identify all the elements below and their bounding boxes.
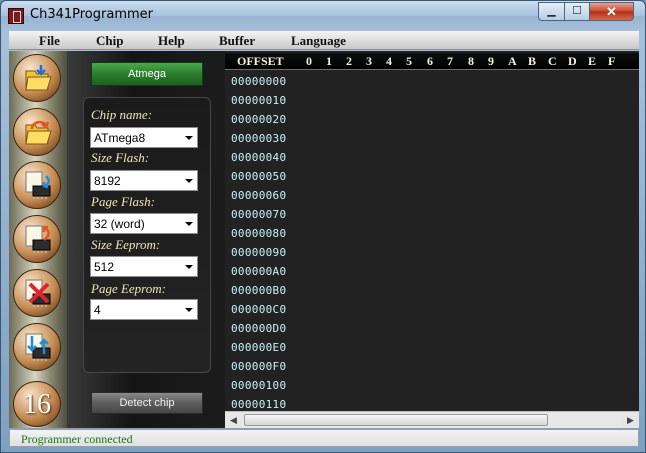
page-flash-select[interactable]: 32 (word) xyxy=(90,213,198,234)
offset-cell: 000000D0 xyxy=(231,322,287,335)
app-window: Ch341Programmer ▁ ☐ ✕ File Chip Help Buf… xyxy=(0,0,646,453)
hex-header-row: OFFSET 0 1 2 3 4 5 6 7 8 9 A B C D E F xyxy=(225,53,639,69)
erase-chip-icon xyxy=(25,279,51,307)
size-eeprom-value: 512 xyxy=(94,260,115,274)
horizontal-scrollbar[interactable]: ◀ ▶ xyxy=(225,411,639,428)
offset-cell: 000000B0 xyxy=(231,284,287,297)
chevron-down-icon xyxy=(185,136,193,140)
status-text: Programmer connected xyxy=(21,432,133,446)
scrollbar-thumb[interactable] xyxy=(244,414,548,426)
offset-cell: 000000E0 xyxy=(231,341,287,354)
offset-cell: 00000050 xyxy=(231,170,287,183)
chip-family-button[interactable]: Atmega xyxy=(91,62,203,86)
offset-cell: 00000030 xyxy=(231,132,287,145)
chevron-down-icon xyxy=(185,222,193,226)
chevron-down-icon xyxy=(185,265,193,269)
bits-16-button[interactable]: 16 xyxy=(13,381,61,427)
save-file-icon xyxy=(25,120,52,145)
offset-cell: 00000060 xyxy=(231,189,287,202)
page-flash-value: 32 (word) xyxy=(94,217,145,231)
menu-chip[interactable]: Chip xyxy=(96,33,123,49)
page-eeprom-value: 4 xyxy=(94,303,101,317)
size-eeprom-label: Size Eeprom: xyxy=(91,237,161,252)
column-header: 8 xyxy=(468,54,474,68)
column-header: C xyxy=(548,54,557,68)
verify-chip-icon xyxy=(25,333,51,361)
hex-buffer-view[interactable]: OFFSET 0 1 2 3 4 5 6 7 8 9 A B C D E F 0… xyxy=(225,51,639,411)
size-flash-value: 8192 xyxy=(94,174,121,188)
close-button[interactable]: ✕ xyxy=(589,2,634,21)
scroll-left-icon[interactable]: ◀ xyxy=(225,412,242,428)
verify-chip-button[interactable] xyxy=(13,323,61,371)
erase-chip-button[interactable] xyxy=(13,269,61,317)
column-header: B xyxy=(528,54,537,68)
column-header: 6 xyxy=(427,54,433,68)
maximize-button[interactable]: ☐ xyxy=(564,2,590,21)
page-eeprom-select[interactable]: 4 xyxy=(90,299,198,320)
column-header: A xyxy=(508,54,517,68)
detect-chip-button[interactable]: Detect chip xyxy=(91,392,203,414)
menu-help[interactable]: Help xyxy=(158,33,185,49)
offset-cell: 000000A0 xyxy=(231,265,287,278)
chevron-down-icon xyxy=(185,308,193,312)
column-header: F xyxy=(608,54,616,68)
window-title: Ch341Programmer xyxy=(30,7,153,22)
chip-name-value: ATmega8 xyxy=(94,131,146,145)
client-area: 16 Atmega Chip name: ATmega8 Size Flash:… xyxy=(9,51,639,428)
column-header: 5 xyxy=(406,54,412,68)
offset-cell: 00000080 xyxy=(231,227,287,240)
column-header: 1 xyxy=(326,54,332,68)
open-file-icon xyxy=(25,65,52,91)
chevron-down-icon xyxy=(185,179,193,183)
column-header: 9 xyxy=(488,54,494,68)
write-chip-button[interactable] xyxy=(13,215,61,263)
scroll-right-icon[interactable]: ▶ xyxy=(622,412,639,428)
size-flash-label: Size Flash: xyxy=(91,150,150,165)
column-header: 4 xyxy=(386,54,392,68)
chip-name-label: Chip name: xyxy=(91,107,153,122)
column-header: 0 xyxy=(306,54,312,68)
column-header: D xyxy=(568,54,577,68)
menu-bar: File Chip Help Buffer Language xyxy=(9,31,639,50)
size-flash-select[interactable]: 8192 xyxy=(90,170,198,191)
offset-cell: 000000F0 xyxy=(231,360,287,373)
offset-cell: 00000020 xyxy=(231,113,287,126)
write-chip-icon xyxy=(25,225,51,253)
title-bar[interactable]: Ch341Programmer ▁ ☐ ✕ xyxy=(1,1,645,31)
offset-cell: 00000110 xyxy=(231,398,287,411)
chip-name-select[interactable]: ATmega8 xyxy=(90,127,198,148)
column-header: 3 xyxy=(366,54,372,68)
offset-cell: 00000000 xyxy=(231,75,287,88)
app-icon xyxy=(8,8,24,24)
menu-language[interactable]: Language xyxy=(291,33,346,49)
chip-panel: Atmega Chip name: ATmega8 Size Flash: 81… xyxy=(67,51,227,428)
read-chip-button[interactable] xyxy=(13,161,61,209)
page-eeprom-label: Page Eeprom: xyxy=(91,281,166,296)
column-header: 7 xyxy=(447,54,453,68)
offset-cell: 00000070 xyxy=(231,208,287,221)
offset-cell: 00000040 xyxy=(231,151,287,164)
offset-cell: 00000100 xyxy=(231,379,287,392)
menu-file[interactable]: File xyxy=(39,33,60,49)
status-bar: Programmer connected xyxy=(9,429,639,447)
open-file-button[interactable] xyxy=(13,54,61,102)
read-chip-icon xyxy=(25,171,51,199)
size-eeprom-select[interactable]: 512 xyxy=(90,256,198,277)
offset-column-header: OFFSET xyxy=(237,54,284,68)
column-header: 2 xyxy=(346,54,352,68)
offset-cell: 00000090 xyxy=(231,246,287,259)
minimize-button[interactable]: ▁ xyxy=(538,2,565,21)
page-flash-label: Page Flash: xyxy=(91,194,155,209)
header-divider xyxy=(225,69,639,70)
toolbar: 16 xyxy=(9,51,67,428)
column-header: E xyxy=(588,54,597,68)
offset-cell: 00000010 xyxy=(231,94,287,107)
offset-cell: 000000C0 xyxy=(231,303,287,316)
save-file-button[interactable] xyxy=(13,108,61,156)
menu-buffer[interactable]: Buffer xyxy=(219,33,255,49)
